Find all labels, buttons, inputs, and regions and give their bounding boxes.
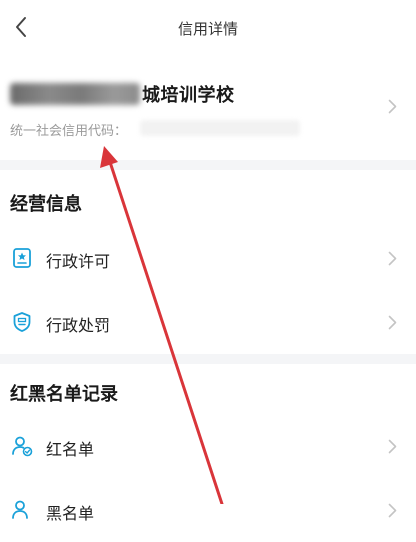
list-item-label: 红名单 [46, 440, 95, 459]
section-separator [0, 160, 416, 170]
penalty-shield-icon [10, 310, 34, 334]
company-name: 城培训学校 [10, 80, 235, 108]
chevron-right-icon [384, 502, 400, 518]
chevron-right-icon [384, 314, 400, 330]
section-title-redblack: 红黑名单记录 [10, 384, 118, 405]
section-title-business: 经营信息 [10, 194, 82, 215]
chevron-right-icon [384, 250, 400, 266]
navigation-bar: 信用详情 [0, 0, 416, 56]
redacted-name-block [10, 83, 140, 105]
list-item-admin-license[interactable]: 行政许可 [0, 226, 416, 290]
redacted-credit-code [140, 120, 300, 136]
chevron-right-icon [384, 98, 400, 114]
list-item-admin-penalty[interactable]: 行政处罚 [0, 290, 416, 354]
person-check-icon [10, 434, 34, 458]
credit-code-label: 统一社会信用代码： [10, 124, 128, 139]
list-item-black-list[interactable]: 黑名单 [0, 478, 416, 542]
list-item-label: 行政处罚 [46, 316, 111, 335]
chevron-right-icon [384, 438, 400, 454]
license-icon [10, 246, 34, 270]
page-title: 信用详情 [177, 20, 238, 38]
section-separator [0, 354, 416, 364]
company-card[interactable]: 城培训学校 统一社会信用代码： [0, 56, 416, 160]
list-item-label: 行政许可 [46, 252, 111, 271]
list-item-red-list[interactable]: 红名单 [0, 414, 416, 478]
company-name-text: 城培训学校 [142, 85, 235, 106]
person-icon [10, 498, 34, 522]
